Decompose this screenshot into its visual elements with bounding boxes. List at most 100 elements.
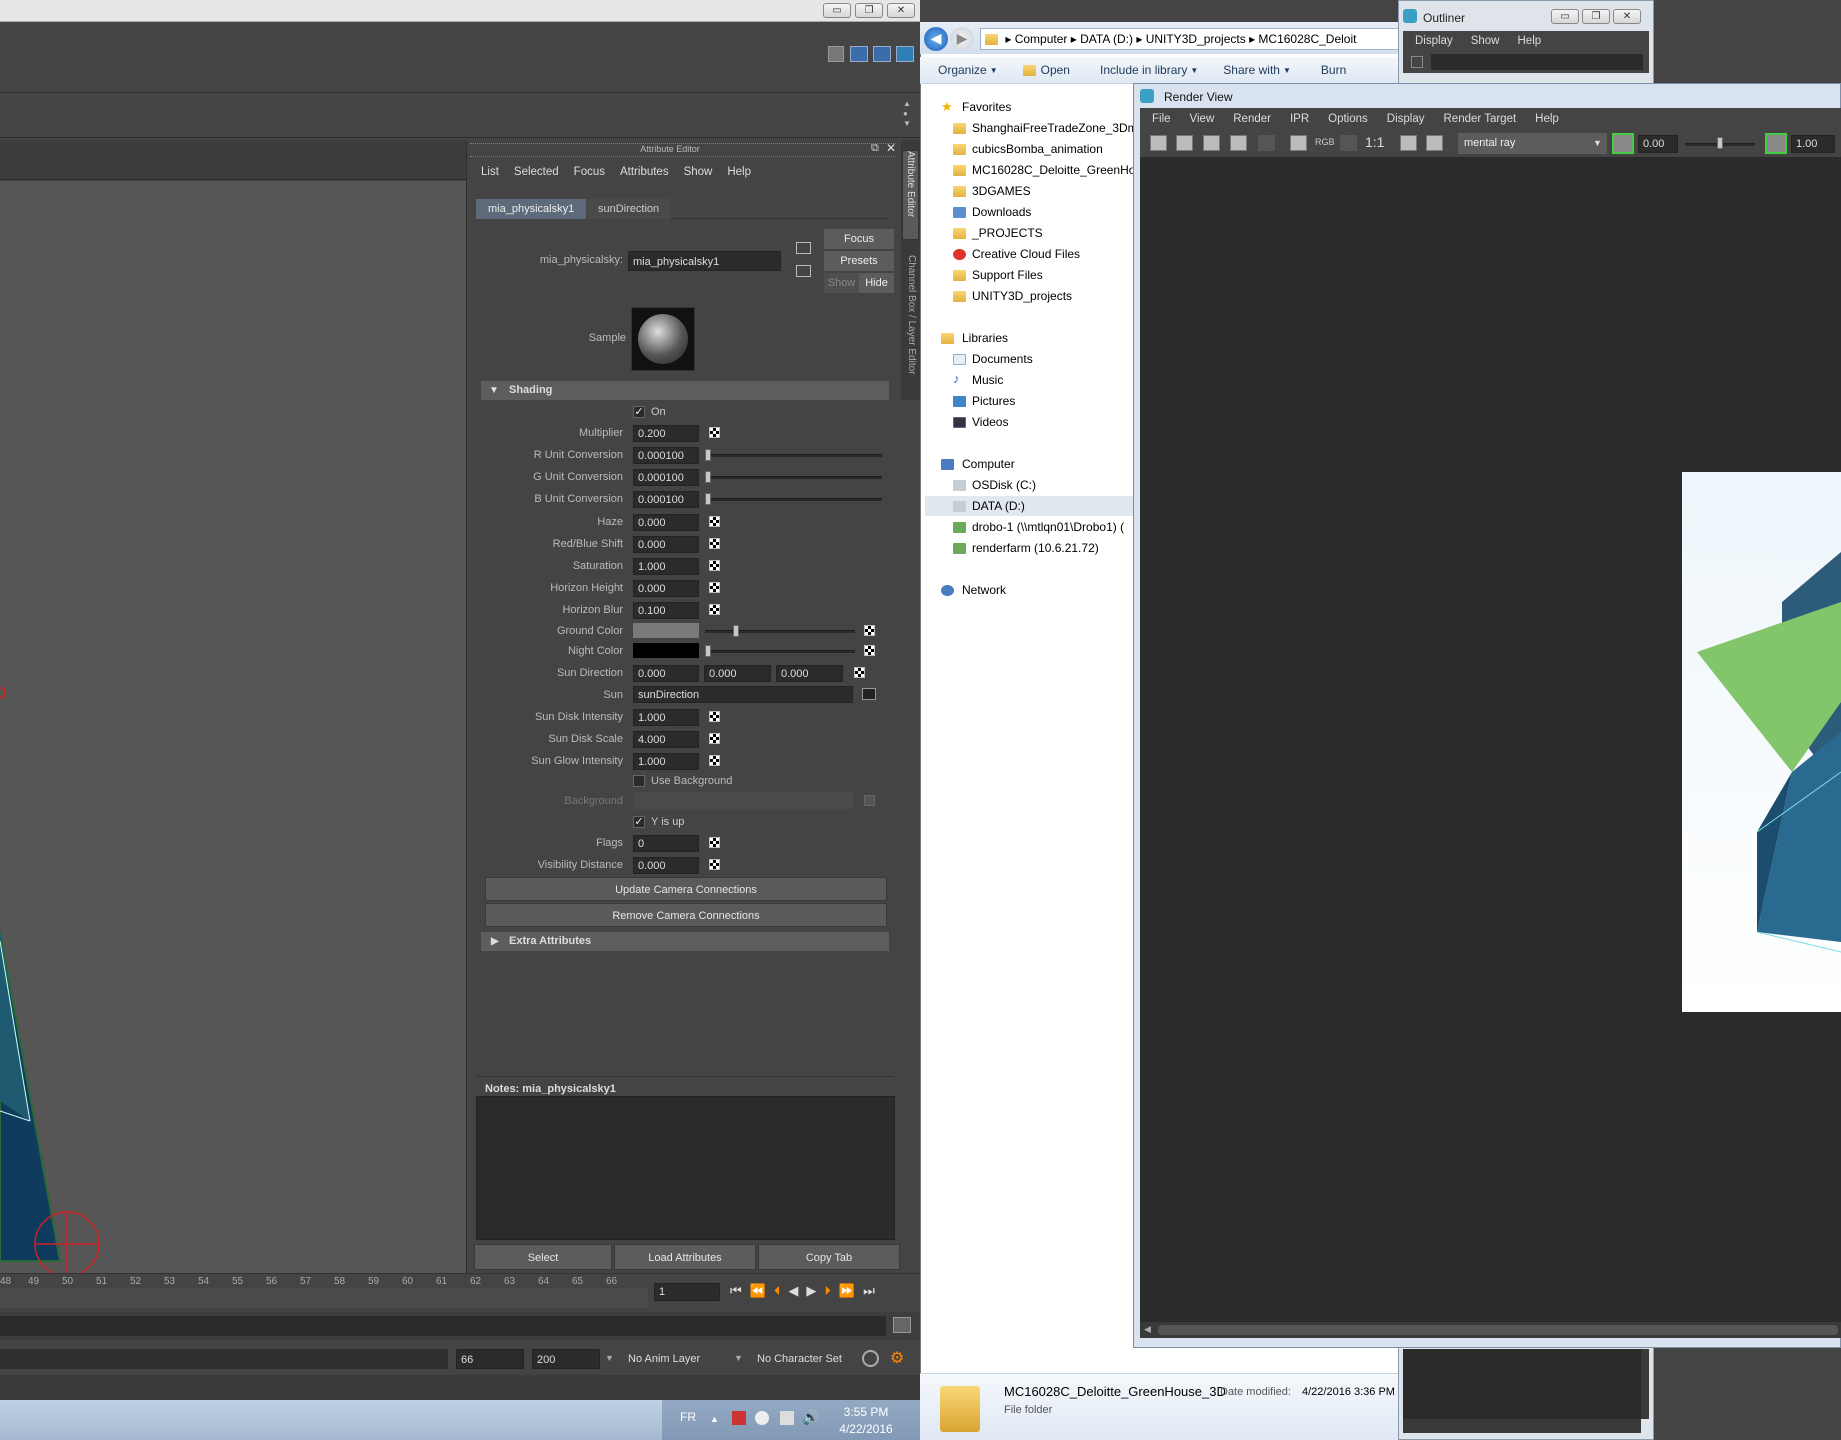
y-is-up-checkbox[interactable]: ✓ bbox=[633, 816, 645, 828]
breadcrumb-computer[interactable]: Computer bbox=[1015, 32, 1068, 46]
burn-button[interactable]: Burn bbox=[1321, 63, 1346, 77]
menu-selected[interactable]: Selected bbox=[514, 166, 559, 178]
b-unit-slider[interactable] bbox=[705, 498, 882, 501]
update-camera-connections-button[interactable]: Update Camera Connections bbox=[485, 877, 887, 901]
menu-file[interactable]: File bbox=[1152, 113, 1171, 125]
breadcrumb-unity-projects[interactable]: UNITY3D_projects bbox=[1146, 32, 1246, 46]
menu-render[interactable]: Render bbox=[1233, 113, 1271, 125]
action-center-icon[interactable] bbox=[732, 1411, 746, 1425]
alpha-icon[interactable] bbox=[1340, 135, 1357, 151]
menu-help[interactable]: Help bbox=[727, 166, 751, 178]
range-end-field[interactable]: 66 bbox=[456, 1349, 524, 1369]
nav-library-item[interactable]: Music bbox=[972, 373, 1003, 387]
range-preferences-icon[interactable] bbox=[893, 1317, 911, 1333]
maximize-button[interactable]: ❐ bbox=[855, 3, 883, 18]
menu-ipr[interactable]: IPR bbox=[1290, 113, 1309, 125]
nav-libraries[interactable]: Libraries bbox=[962, 331, 1008, 345]
map-checker-icon[interactable] bbox=[709, 711, 720, 722]
step-back-frame-icon[interactable]: ⏴ bbox=[774, 1283, 781, 1299]
section-shading[interactable]: ▼ Shading bbox=[481, 381, 889, 400]
tab-mia-physicalsky1[interactable]: mia_physicalsky1 bbox=[476, 199, 587, 219]
nav-computer[interactable]: Computer bbox=[962, 457, 1015, 471]
nav-favorites[interactable]: Favorites bbox=[962, 100, 1011, 114]
ground-color-slider[interactable] bbox=[705, 630, 855, 633]
step-forward-key-icon[interactable]: ⏩ bbox=[839, 1283, 855, 1299]
map-checker-icon[interactable] bbox=[709, 837, 720, 848]
r-unit-field[interactable]: 0.000100 bbox=[633, 447, 699, 464]
include-in-library-button[interactable]: Include in library bbox=[1100, 63, 1187, 77]
map-checker-icon[interactable] bbox=[709, 733, 720, 744]
nav-network[interactable]: Network bbox=[962, 583, 1006, 597]
float-icon[interactable]: ⧉ bbox=[871, 142, 879, 155]
range-slider[interactable] bbox=[0, 1312, 920, 1340]
snapshot-icon[interactable] bbox=[1203, 135, 1220, 151]
outliner-search-input[interactable] bbox=[1431, 54, 1643, 70]
sun-direction-y-field[interactable]: 0.000 bbox=[704, 665, 771, 682]
horizon-blur-field[interactable]: 0.100 bbox=[633, 602, 699, 619]
rgb-label[interactable]: RGB bbox=[1315, 137, 1335, 147]
menu-view[interactable]: View bbox=[1190, 113, 1215, 125]
range-slider-track[interactable] bbox=[0, 1316, 886, 1336]
menu-show[interactable]: Show bbox=[684, 166, 713, 178]
on-checkbox[interactable]: ✓ bbox=[633, 406, 645, 418]
slider-knob[interactable] bbox=[705, 471, 711, 483]
sun-field[interactable]: sunDirection bbox=[633, 686, 853, 703]
ground-color-swatch[interactable] bbox=[633, 623, 699, 638]
slider-knob[interactable] bbox=[705, 645, 711, 657]
node-name-field[interactable]: mia_physicalsky1 bbox=[628, 251, 781, 271]
multiplier-field[interactable]: 0.200 bbox=[633, 425, 699, 442]
saturation-field[interactable]: 1.000 bbox=[633, 558, 699, 575]
map-checker-icon[interactable] bbox=[709, 516, 720, 527]
clock-time[interactable]: 3:55 PM bbox=[836, 1405, 896, 1419]
visibility-distance-field[interactable]: 0.000 bbox=[633, 857, 699, 874]
menu-attributes[interactable]: Attributes bbox=[620, 166, 669, 178]
b-unit-field[interactable]: 0.000100 bbox=[633, 491, 699, 508]
max-end-field[interactable]: 200 bbox=[532, 1349, 600, 1369]
input-connection-icon[interactable] bbox=[796, 242, 811, 254]
nav-drive-item[interactable]: drobo-1 (\\mtlqn01\Drobo1) ( bbox=[972, 520, 1132, 534]
nav-favorite-item[interactable]: 3DGAMES bbox=[972, 184, 1031, 198]
map-checker-icon[interactable] bbox=[854, 667, 865, 678]
layers-icon[interactable] bbox=[896, 46, 914, 62]
nav-favorite-item[interactable]: ShanghaiFreeTradeZone_3Dma bbox=[972, 121, 1144, 135]
breadcrumb[interactable]: ▸ Computer ▸ DATA (D:) ▸ UNITY3D_project… bbox=[980, 28, 1410, 50]
open-button[interactable]: Open bbox=[1041, 63, 1070, 77]
scroll-thumb[interactable] bbox=[1158, 1325, 1838, 1335]
nav-drive-item[interactable]: DATA (D:) bbox=[972, 499, 1025, 513]
refresh-ipr-icon[interactable] bbox=[1258, 135, 1275, 151]
g-unit-field[interactable]: 0.000100 bbox=[633, 469, 699, 486]
clock-date[interactable]: 4/22/2016 bbox=[830, 1422, 902, 1436]
close-button[interactable]: ✕ bbox=[887, 3, 915, 18]
slider-knob[interactable] bbox=[1717, 137, 1723, 149]
menu-list[interactable]: List bbox=[481, 166, 499, 178]
map-checker-icon[interactable] bbox=[709, 560, 720, 571]
share-with-button[interactable]: Share with bbox=[1223, 63, 1280, 77]
scroll-arrows-icon[interactable]: ▲ ● ▼ bbox=[903, 99, 911, 131]
sun-direction-z-field[interactable]: 0.000 bbox=[776, 665, 843, 682]
render-region-icon[interactable] bbox=[1176, 135, 1193, 151]
nav-favorite-item[interactable]: _PROJECTS bbox=[972, 226, 1043, 240]
map-checker-icon[interactable] bbox=[864, 625, 875, 636]
volume-icon[interactable]: 🔊 bbox=[802, 1409, 819, 1426]
exposure-field[interactable]: 0.00 bbox=[1638, 135, 1678, 153]
section-extra-attributes[interactable]: ▶ Extra Attributes bbox=[481, 932, 889, 951]
breadcrumb-data-drive[interactable]: DATA (D:) bbox=[1080, 32, 1133, 46]
menu-render-target[interactable]: Render Target bbox=[1444, 113, 1517, 125]
menu-options[interactable]: Options bbox=[1328, 113, 1368, 125]
attribute-editor-side-tab[interactable]: Attribute Editor bbox=[902, 150, 919, 240]
channel-box-side-tab[interactable]: Channel Box / Layer Editor bbox=[902, 255, 919, 395]
menu-help[interactable]: Help bbox=[1535, 113, 1559, 125]
sun-disk-scale-field[interactable]: 4.000 bbox=[633, 731, 699, 748]
menu-focus[interactable]: Focus bbox=[574, 166, 605, 178]
menu-display[interactable]: Display bbox=[1415, 35, 1453, 47]
filter-icon[interactable] bbox=[1411, 56, 1423, 68]
menu-display[interactable]: Display bbox=[1387, 113, 1425, 125]
outliner-icon[interactable] bbox=[873, 46, 891, 62]
chevron-down-icon[interactable]: ▼ bbox=[734, 1353, 743, 1363]
tab-sundirection[interactable]: sunDirection bbox=[586, 199, 672, 219]
redo-render-icon[interactable] bbox=[1150, 135, 1167, 151]
output-connection-icon[interactable] bbox=[796, 265, 811, 277]
remove-image-icon[interactable] bbox=[1426, 135, 1443, 151]
maximize-button[interactable]: ❐ bbox=[1582, 9, 1610, 24]
app-tray-icon[interactable] bbox=[755, 1411, 769, 1425]
